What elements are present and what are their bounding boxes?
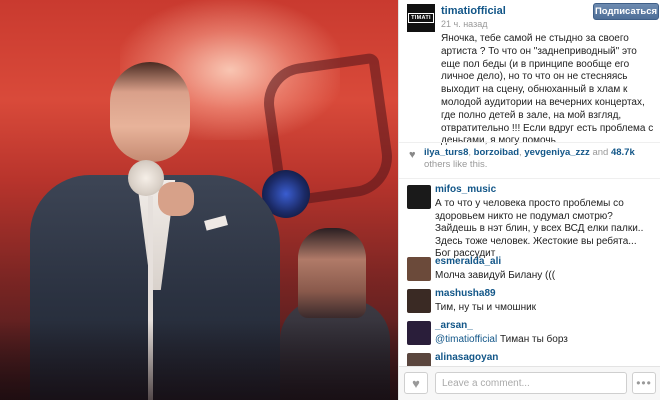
likes-count[interactable]: 48.7k (611, 147, 635, 158)
avatar[interactable]: TIMATI (407, 4, 435, 32)
comment-avatar[interactable] (407, 289, 431, 313)
background-person (298, 228, 366, 318)
comment-avatar[interactable] (407, 257, 431, 281)
comment-avatar[interactable] (407, 353, 431, 366)
post-username[interactable]: timatiofficial (441, 5, 506, 17)
heart-icon: ♥ (409, 149, 416, 161)
likes-bar: ♥ ilya_turs8, borzoibad, yevgeniya_zzz a… (399, 142, 660, 172)
singer-hand (158, 182, 194, 216)
liker-link[interactable]: borzoibad (474, 147, 519, 158)
comment-username[interactable]: esmeralda_ali (435, 256, 501, 267)
likes-summary: ilya_turs8, borzoibad, yevgeniya_zzz and… (424, 147, 635, 170)
floor-shadow (0, 320, 398, 400)
comment-avatar[interactable] (407, 321, 431, 345)
comment-username[interactable]: alinasagoyan (435, 352, 498, 363)
like-button[interactable]: ♥ (404, 372, 428, 394)
comment-username[interactable]: _arsan_ (435, 320, 473, 331)
comment-text: @timatiofficial Тиман ты борз (435, 334, 568, 345)
liker-link[interactable]: yevgeniya_zzz (524, 147, 589, 158)
post-timestamp[interactable]: 21 ч. назад (441, 19, 487, 29)
comment-footer: ♥ ••• (399, 366, 660, 400)
post-photo[interactable] (0, 0, 398, 400)
heart-icon: ♥ (412, 375, 420, 391)
avatar-logo: TIMATI (408, 13, 434, 23)
liker-link[interactable]: ilya_turs8 (424, 147, 468, 158)
comment-text: Молча завидуй Билану ((( (435, 270, 556, 281)
comment-username[interactable]: mifos_music (435, 184, 496, 195)
singer-head (110, 62, 190, 162)
post-header: TIMATI timatiofficial 21 ч. назад Подпис… (399, 0, 660, 32)
comment-input[interactable] (435, 372, 627, 394)
more-icon: ••• (636, 376, 652, 390)
comment-avatar[interactable] (407, 185, 431, 209)
post-panel: TIMATI timatiofficial 21 ч. назад Подпис… (398, 0, 660, 400)
comment-text: Тим, ну ты и чмошник (435, 302, 537, 313)
comments-list[interactable]: mifos_music А то что у человека просто п… (399, 178, 660, 366)
more-options-button[interactable]: ••• (632, 372, 656, 394)
mention-link[interactable]: @timatiofficial (435, 334, 497, 345)
post-caption: Яночка, тебе самой не стыдно за своего а… (441, 33, 654, 147)
comment-text: А то что у человека просто проблемы со з… (435, 198, 644, 260)
comment-username[interactable]: mashusha89 (435, 288, 496, 299)
follow-button[interactable]: Подписаться (593, 3, 659, 20)
